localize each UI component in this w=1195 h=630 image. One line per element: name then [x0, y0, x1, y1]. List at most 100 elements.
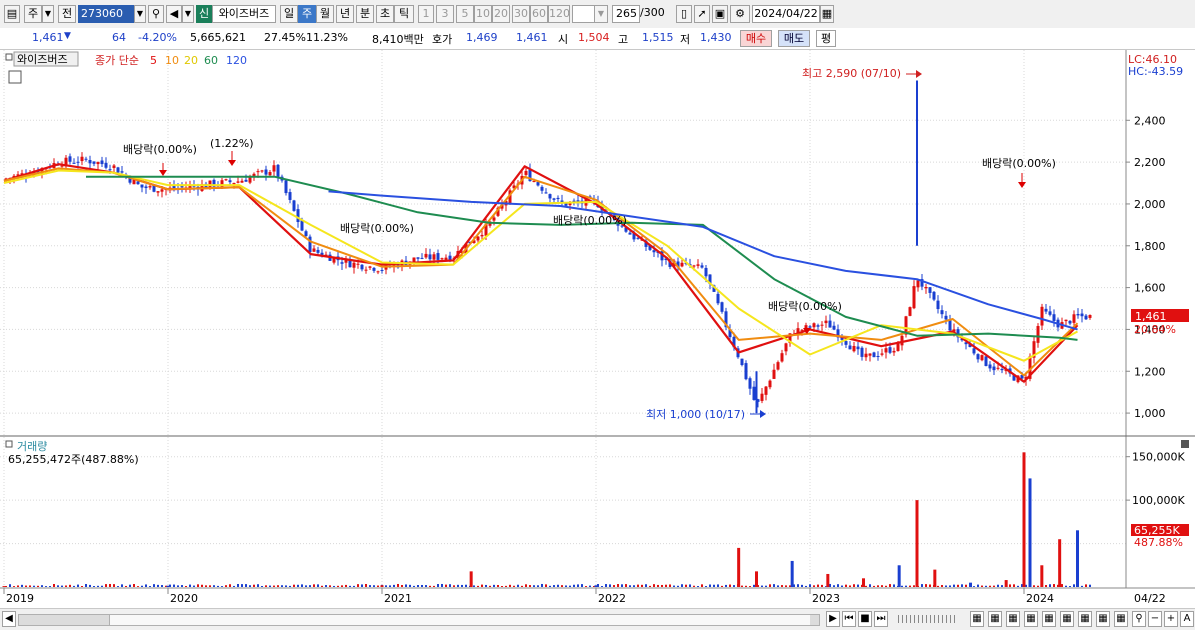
candle-body	[1076, 313, 1080, 316]
tool-icon-8[interactable]: ▦	[1096, 611, 1110, 627]
tool-icon-7[interactable]: ▦	[1078, 611, 1092, 627]
interval-dropdown-icon[interactable]: ▼	[594, 5, 608, 23]
zoom-out-icon[interactable]: −	[1148, 611, 1162, 627]
candle-body	[860, 347, 864, 357]
tool-icon-3[interactable]: ▦	[1006, 611, 1020, 627]
volume-close-icon[interactable]	[1181, 440, 1189, 448]
buy-button[interactable]: 매수	[740, 30, 772, 47]
candle-body	[844, 341, 848, 345]
code-dropdown-icon[interactable]: ▼	[134, 5, 146, 23]
date-input[interactable]: 2024/04/22	[752, 5, 820, 23]
volume-bar	[65, 585, 67, 587]
interval-20[interactable]: 20	[492, 5, 510, 23]
tool-icon-1[interactable]: ▦	[970, 611, 984, 627]
text-size-icon[interactable]: A	[1180, 611, 1194, 627]
eval-button[interactable]: 평	[816, 30, 836, 47]
count-input[interactable]: 265	[612, 5, 640, 23]
scroll-right-icon[interactable]: ▶	[826, 611, 840, 627]
volume-bar	[405, 584, 407, 587]
volume-bar	[305, 585, 307, 587]
volume-bar	[841, 585, 843, 587]
volume-spike-bar	[755, 571, 758, 587]
scrollbar-thumb[interactable]	[109, 615, 810, 625]
interval-3[interactable]: 3	[436, 5, 454, 23]
volume-bar	[529, 585, 531, 587]
volume-bar	[473, 585, 475, 587]
candle-body	[544, 192, 548, 194]
volume-bar	[765, 585, 767, 587]
candle-body	[480, 234, 484, 237]
line-chart-icon[interactable]: ➚	[694, 5, 710, 23]
volume-bar	[573, 584, 575, 587]
interval-60[interactable]: 60	[530, 5, 548, 23]
x-tick-label: 2023	[812, 592, 840, 605]
volume-bar	[277, 585, 279, 587]
tool-icon-2[interactable]: ▦	[988, 611, 1002, 627]
candle-body	[948, 319, 952, 331]
speaker-dropdown-icon[interactable]: ▼	[182, 5, 194, 23]
stock-chart[interactable]: 와이즈버즈 종가 단순 5 10 20 60 120 배당락(0.00%) (1…	[0, 50, 1195, 608]
volume-bar	[453, 585, 455, 587]
volume-bar	[637, 584, 639, 587]
volume-bar	[149, 586, 151, 587]
volume-bar	[53, 584, 55, 587]
volume-bar	[937, 585, 939, 587]
tool-icon-9[interactable]: ▦	[1114, 611, 1128, 627]
new-badge: 신	[196, 5, 212, 23]
scrollbar-track[interactable]	[18, 614, 820, 626]
interval-10[interactable]: 10	[474, 5, 492, 23]
volume-bar	[457, 584, 459, 587]
volume-spike-bar	[1076, 530, 1079, 587]
speaker-icon[interactable]: ◀	[166, 5, 182, 23]
stop-icon[interactable]: ■	[858, 611, 872, 627]
period-tick[interactable]: 틱	[394, 5, 414, 23]
volume-bar	[885, 585, 887, 587]
volume-bar	[729, 584, 731, 587]
candle-body	[924, 286, 928, 289]
volume-bar	[229, 584, 231, 587]
forward-icon[interactable]: ⏭	[874, 611, 888, 627]
zoom-in-icon[interactable]: +	[1164, 611, 1178, 627]
search-icon[interactable]: ⚲	[148, 5, 164, 23]
interval-30[interactable]: 30	[512, 5, 530, 23]
period-day[interactable]: 일	[280, 5, 298, 23]
interval-120[interactable]: 120	[548, 5, 570, 23]
interval-5[interactable]: 5	[456, 5, 474, 23]
zoom-slider[interactable]	[898, 615, 958, 623]
candle-body	[892, 350, 896, 353]
calendar-icon[interactable]: ▦	[820, 5, 834, 23]
tool-icon-5[interactable]: ▦	[1042, 611, 1056, 627]
scroll-left-icon[interactable]: ◀	[2, 611, 16, 627]
period-month[interactable]: 월	[316, 5, 334, 23]
prev-button[interactable]: 전	[58, 5, 76, 23]
market-select[interactable]: 주	[24, 5, 42, 23]
period-week[interactable]: 주	[298, 5, 316, 23]
code-input[interactable]: 273060	[78, 5, 134, 23]
candle-body	[808, 326, 812, 328]
tool-icon-4[interactable]: ▦	[1024, 611, 1038, 627]
period-minute[interactable]: 분	[356, 5, 374, 23]
high-marker-label: 최고 2,590 (07/10)	[802, 67, 901, 80]
tool-icon-6[interactable]: ▦	[1060, 611, 1074, 627]
calculator-icon[interactable]	[8, 70, 22, 84]
interval-1[interactable]: 1	[418, 5, 434, 23]
candle-body	[980, 355, 984, 361]
period-year[interactable]: 년	[336, 5, 354, 23]
volume-bar	[13, 586, 15, 587]
gear-icon[interactable]: ⚙	[730, 5, 750, 23]
volume-bar	[357, 584, 359, 587]
candle-body	[116, 167, 120, 173]
sell-button[interactable]: 매도	[778, 30, 810, 47]
volume-bar	[641, 584, 643, 587]
chevron-down-icon[interactable]: ▼	[42, 5, 54, 23]
save-icon[interactable]: ▣	[712, 5, 728, 23]
period-second[interactable]: 초	[376, 5, 394, 23]
candle-icon[interactable]: ▯	[676, 5, 692, 23]
window-menu-icon[interactable]: ▤	[4, 5, 20, 23]
volume-bar	[145, 584, 147, 587]
high-price: 1,515	[642, 31, 674, 44]
volume-bar	[957, 584, 959, 587]
search-icon[interactable]: ⚲	[1132, 611, 1146, 627]
rewind-icon[interactable]: ⏮	[842, 611, 856, 627]
candle-body	[340, 262, 344, 264]
